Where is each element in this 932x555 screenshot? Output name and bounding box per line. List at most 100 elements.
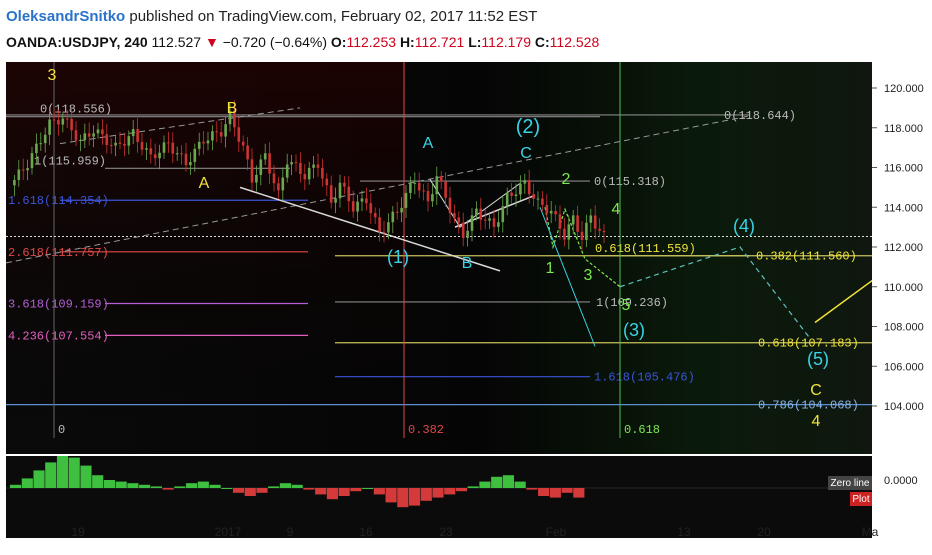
oscillator-bar (268, 486, 280, 488)
candle-body (523, 180, 527, 184)
oscillator-bar (549, 488, 561, 498)
time-axis-label: Feb (546, 525, 567, 539)
candle-body (378, 217, 381, 232)
candle-body (479, 208, 483, 220)
candle-body (501, 206, 505, 223)
candle-body (444, 181, 447, 198)
wave-label: A (199, 175, 210, 192)
candle-body (593, 215, 597, 229)
candle-body (580, 231, 584, 240)
candle-body (158, 152, 161, 159)
candle-body (74, 130, 78, 141)
last-price: 112.527 (151, 34, 202, 50)
candle-body (290, 162, 293, 165)
close-label: C: (534, 34, 550, 50)
oscillator-bar (256, 488, 268, 493)
candle-body (61, 118, 65, 125)
candle-body (127, 136, 131, 146)
candle-body (541, 198, 544, 205)
time-fib-label: 0 (58, 423, 65, 437)
candle-body (448, 197, 452, 214)
candle-body (175, 153, 179, 155)
candle-body (360, 198, 364, 202)
author-link[interactable]: OleksandrSnitko (6, 8, 125, 25)
candle-body (439, 176, 443, 182)
candle-body (272, 173, 276, 184)
oscillator-bar (232, 488, 245, 493)
wave-label: (5) (807, 349, 829, 369)
fib-level-label: 0(115.318) (594, 175, 666, 189)
candle-body (79, 139, 82, 141)
candle-body (545, 204, 549, 214)
candle-body (395, 211, 399, 213)
oscillator-bar (455, 488, 468, 492)
candle-body (413, 182, 417, 184)
candle-body (404, 192, 408, 208)
candle-body (96, 129, 100, 134)
candle-body (219, 132, 223, 137)
candle-body (576, 215, 579, 232)
oscillator-bar (186, 483, 198, 488)
candle-body (193, 148, 197, 163)
candle-body (149, 148, 153, 155)
candle-body (373, 213, 377, 218)
candle-body (303, 174, 307, 180)
candle-body (527, 180, 531, 195)
candle-body (334, 198, 337, 203)
wave-label: B (462, 255, 473, 272)
chart-area[interactable]: 0(118.556)1(115.959)1.618(114.354)2.618(… (0, 58, 932, 550)
candle-body (567, 224, 571, 240)
oscillator-bar (338, 488, 350, 496)
price-axis-background (872, 62, 932, 454)
oscillator-bar (538, 488, 550, 496)
candle-body (338, 182, 342, 199)
close-value: 112.528 (549, 34, 600, 50)
candle-body (387, 222, 390, 233)
fib-level-label: 1.618(105.476) (594, 371, 695, 385)
time-fib-label: 0.618 (624, 423, 660, 437)
oscillator-bar (385, 488, 397, 503)
candle-body (30, 153, 34, 169)
symbol-label[interactable]: OANDA:USDJPY, 240 (6, 34, 148, 50)
candle-body (347, 186, 351, 202)
oscillator-bar (526, 488, 538, 490)
candle-body (598, 228, 601, 231)
candle-body (259, 159, 263, 175)
candle-body (52, 119, 56, 121)
candle-body (13, 179, 16, 186)
oscillator-bar (45, 462, 57, 488)
wave-label: 1 (546, 260, 555, 277)
candle-body (189, 162, 192, 166)
fib-level-label: 1.618(114.354) (8, 194, 109, 208)
candle-body (43, 134, 47, 144)
oscillator-bar (479, 481, 491, 488)
time-axis-label: 9 (287, 525, 294, 539)
fib-level-label: 0(118.644) (724, 109, 796, 123)
candle-body (255, 174, 258, 183)
candle-body (492, 218, 496, 227)
price-axis-label: 114.000 (884, 202, 923, 214)
oscillator-bar (21, 478, 33, 488)
candle-body (87, 133, 91, 137)
candle-body (39, 143, 43, 145)
oscillator-bar (139, 484, 151, 488)
wave-label: 5 (622, 297, 631, 314)
time-axis-background (0, 540, 932, 550)
wave-label: (2) (516, 116, 540, 138)
candle-body (153, 154, 157, 159)
candle-body (294, 162, 298, 164)
candle-body (321, 167, 324, 179)
candle-body (356, 201, 359, 212)
fib-level-label: 1(115.959) (34, 154, 106, 168)
time-axis-label: 20 (757, 525, 771, 539)
price-axis-label: 106.000 (884, 361, 924, 373)
candle-body (21, 169, 25, 171)
chart-svg[interactable]: 0(118.556)1(115.959)1.618(114.354)2.618(… (0, 58, 932, 550)
candle-body (171, 142, 175, 154)
candle-body (246, 145, 249, 160)
wave-label: B (227, 100, 238, 117)
price-axis-label: 112.000 (884, 242, 923, 254)
candle-body (48, 119, 51, 135)
oscillator-bar (92, 475, 104, 488)
price-axis-label: 120.000 (884, 83, 924, 95)
